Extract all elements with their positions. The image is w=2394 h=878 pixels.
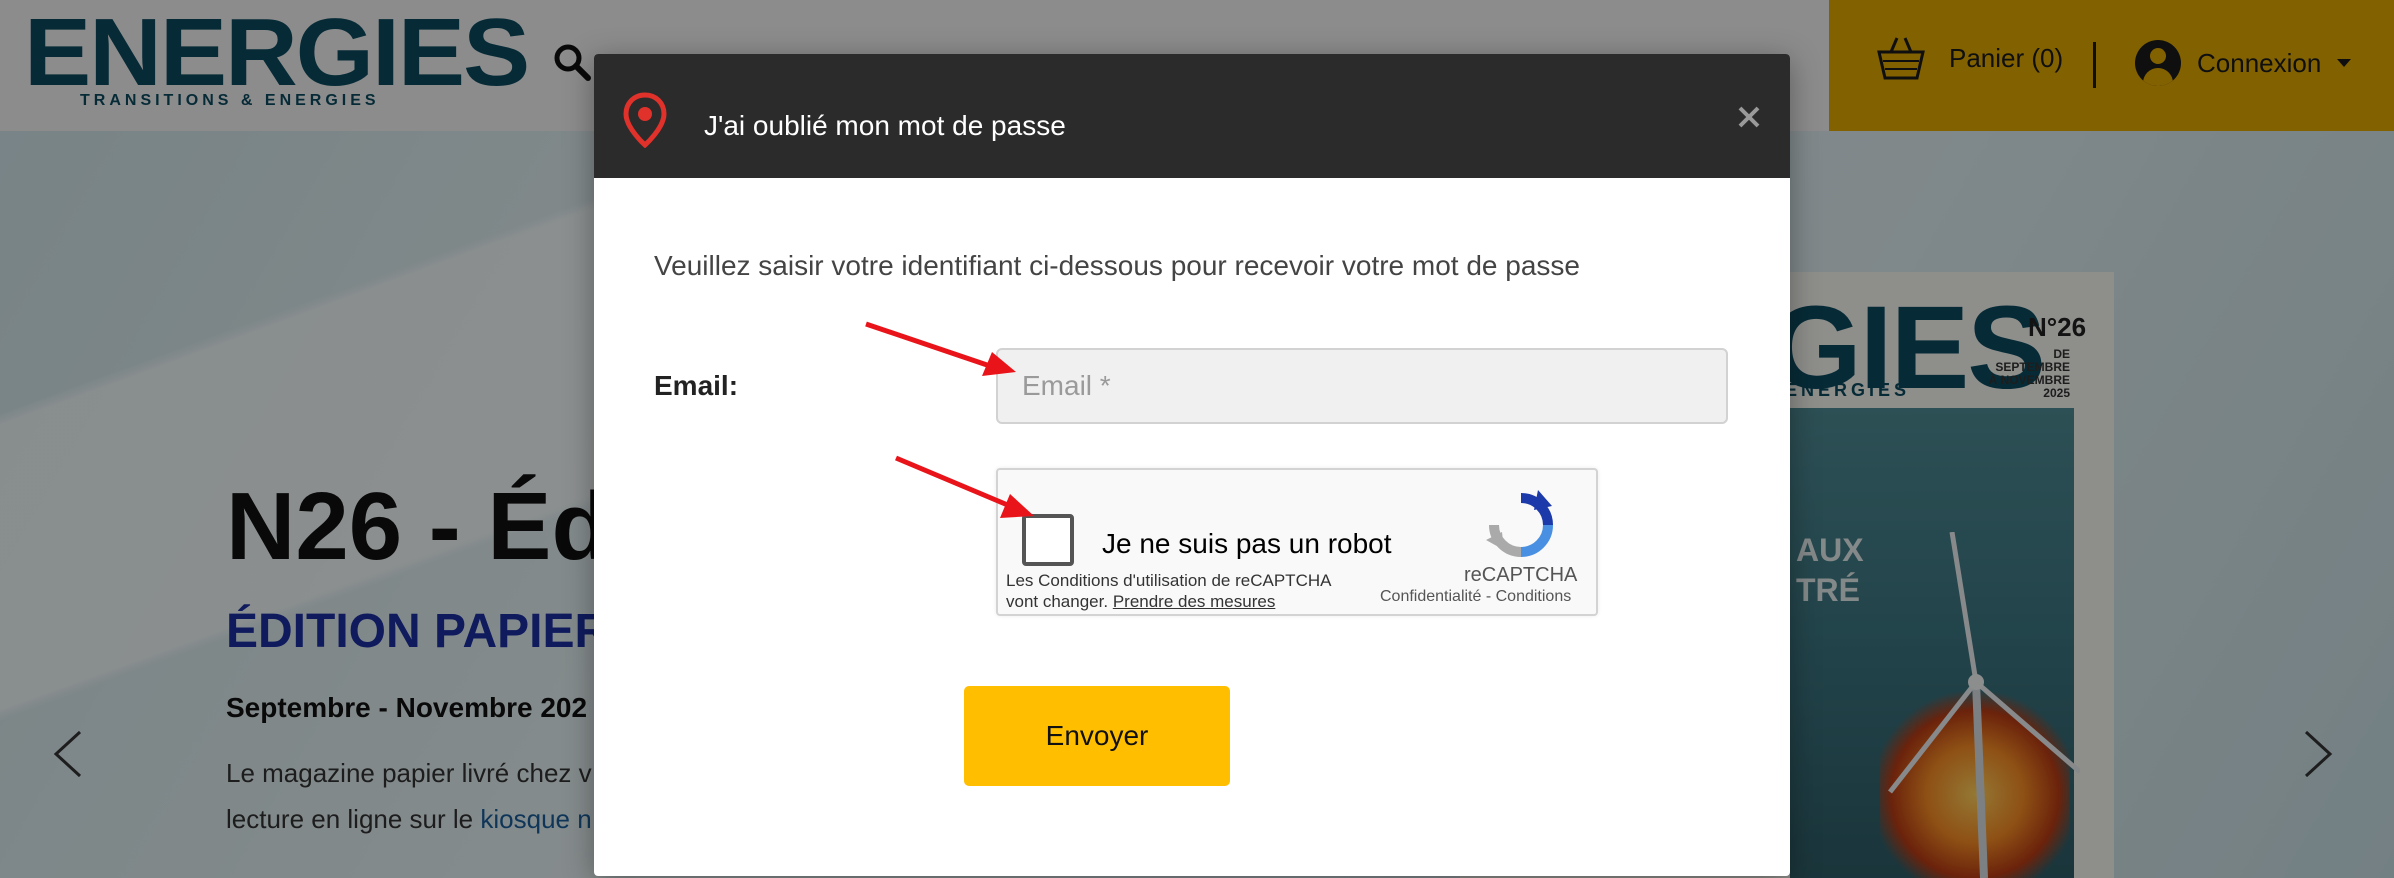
- recaptcha-conditions-link[interactable]: Conditions: [1496, 588, 1572, 605]
- modal-instruction: Veuillez saisir votre identifiant ci-des…: [654, 250, 1580, 281]
- recaptcha-checkbox[interactable]: [1022, 514, 1074, 566]
- recaptcha-links: Confidentialité - Conditions: [1380, 588, 1571, 606]
- recaptcha-link-separator: -: [1481, 588, 1496, 605]
- recaptcha-widget: Je ne suis pas un robot Les Conditions d…: [996, 468, 1598, 616]
- email-label: Email:: [654, 370, 739, 401]
- recaptcha-logo-icon: [1486, 490, 1553, 557]
- forgot-password-modal: J'ai oublié mon mot de passe Veuillez sa…: [594, 54, 1790, 876]
- recaptcha-terms-link[interactable]: Prendre des mesures: [1113, 592, 1276, 611]
- recaptcha-terms-line1: Les Conditions d'utilisation de reCAPTCH…: [1006, 571, 1332, 590]
- recaptcha-terms-line2: vont changer. Prendre des mesures: [1006, 591, 1386, 612]
- recaptcha-terms: Les Conditions d'utilisation de reCAPTCH…: [1006, 570, 1386, 612]
- email-field[interactable]: [996, 348, 1728, 424]
- recaptcha-terms-prefix: vont changer.: [1006, 592, 1113, 611]
- modal-header: J'ai oublié mon mot de passe: [594, 54, 1790, 178]
- send-button[interactable]: Envoyer: [964, 686, 1230, 786]
- recaptcha-label: Je ne suis pas un robot: [1102, 528, 1392, 559]
- map-pin-icon: [623, 92, 667, 148]
- recaptcha-brand: reCAPTCHA: [1464, 564, 1578, 586]
- modal-title: J'ai oublié mon mot de passe: [704, 110, 1066, 141]
- close-icon[interactable]: [1734, 102, 1764, 132]
- recaptcha-privacy-link[interactable]: Confidentialité: [1380, 588, 1481, 605]
